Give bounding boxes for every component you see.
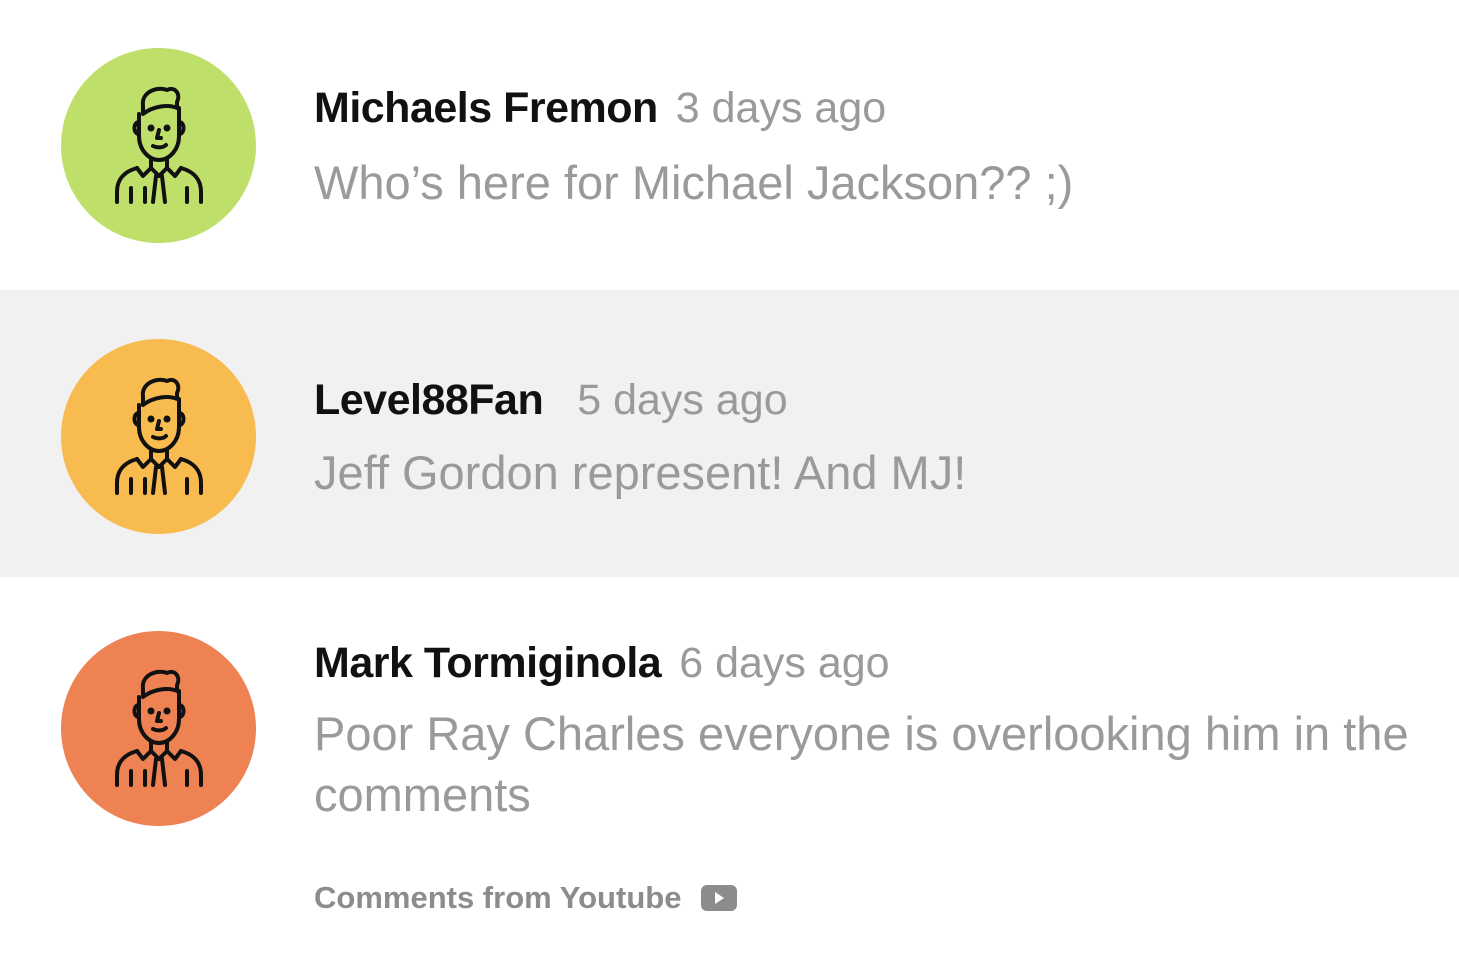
comment-meta: Michaels Fremon 3 days ago (314, 84, 886, 133)
avatar (61, 48, 256, 243)
comments-list: Michaels Fremon 3 days ago Who’s here for… (0, 0, 1459, 959)
comment-time: 5 days ago (577, 376, 788, 424)
man-avatar-icon (114, 86, 203, 204)
man-avatar-icon (114, 377, 203, 495)
comment-time: 6 days ago (679, 639, 890, 687)
man-avatar-icon (114, 669, 203, 787)
comment-item: Mark Tormiginola 6 days ago Poor Ray Char… (0, 577, 1459, 867)
comment-text: Who’s here for Michael Jackson?? ;) (314, 156, 1074, 209)
comment-text: Jeff Gordon represent! And MJ! (314, 446, 967, 499)
comment-item: Level88Fan 5 days ago Jeff Gordon represe… (0, 290, 1459, 577)
comment-text: Poor Ray Charles everyone is overlooking… (314, 707, 1409, 821)
comment-meta: Level88Fan 5 days ago (314, 376, 788, 425)
comment-author[interactable]: Michaels Fremon (314, 84, 658, 132)
youtube-icon (701, 885, 738, 911)
avatar (61, 631, 256, 826)
comment-meta: Mark Tormiginola 6 days ago (314, 639, 890, 688)
comment-author[interactable]: Level88Fan (314, 376, 544, 424)
comment-item: Michaels Fremon 3 days ago Who’s here for… (0, 0, 1459, 290)
comment-time: 3 days ago (675, 84, 887, 132)
avatar (61, 339, 256, 534)
comments-source[interactable]: Comments from Youtube (314, 880, 738, 916)
comment-author[interactable]: Mark Tormiginola (314, 639, 662, 687)
comments-source-label: Comments from Youtube (314, 880, 682, 915)
